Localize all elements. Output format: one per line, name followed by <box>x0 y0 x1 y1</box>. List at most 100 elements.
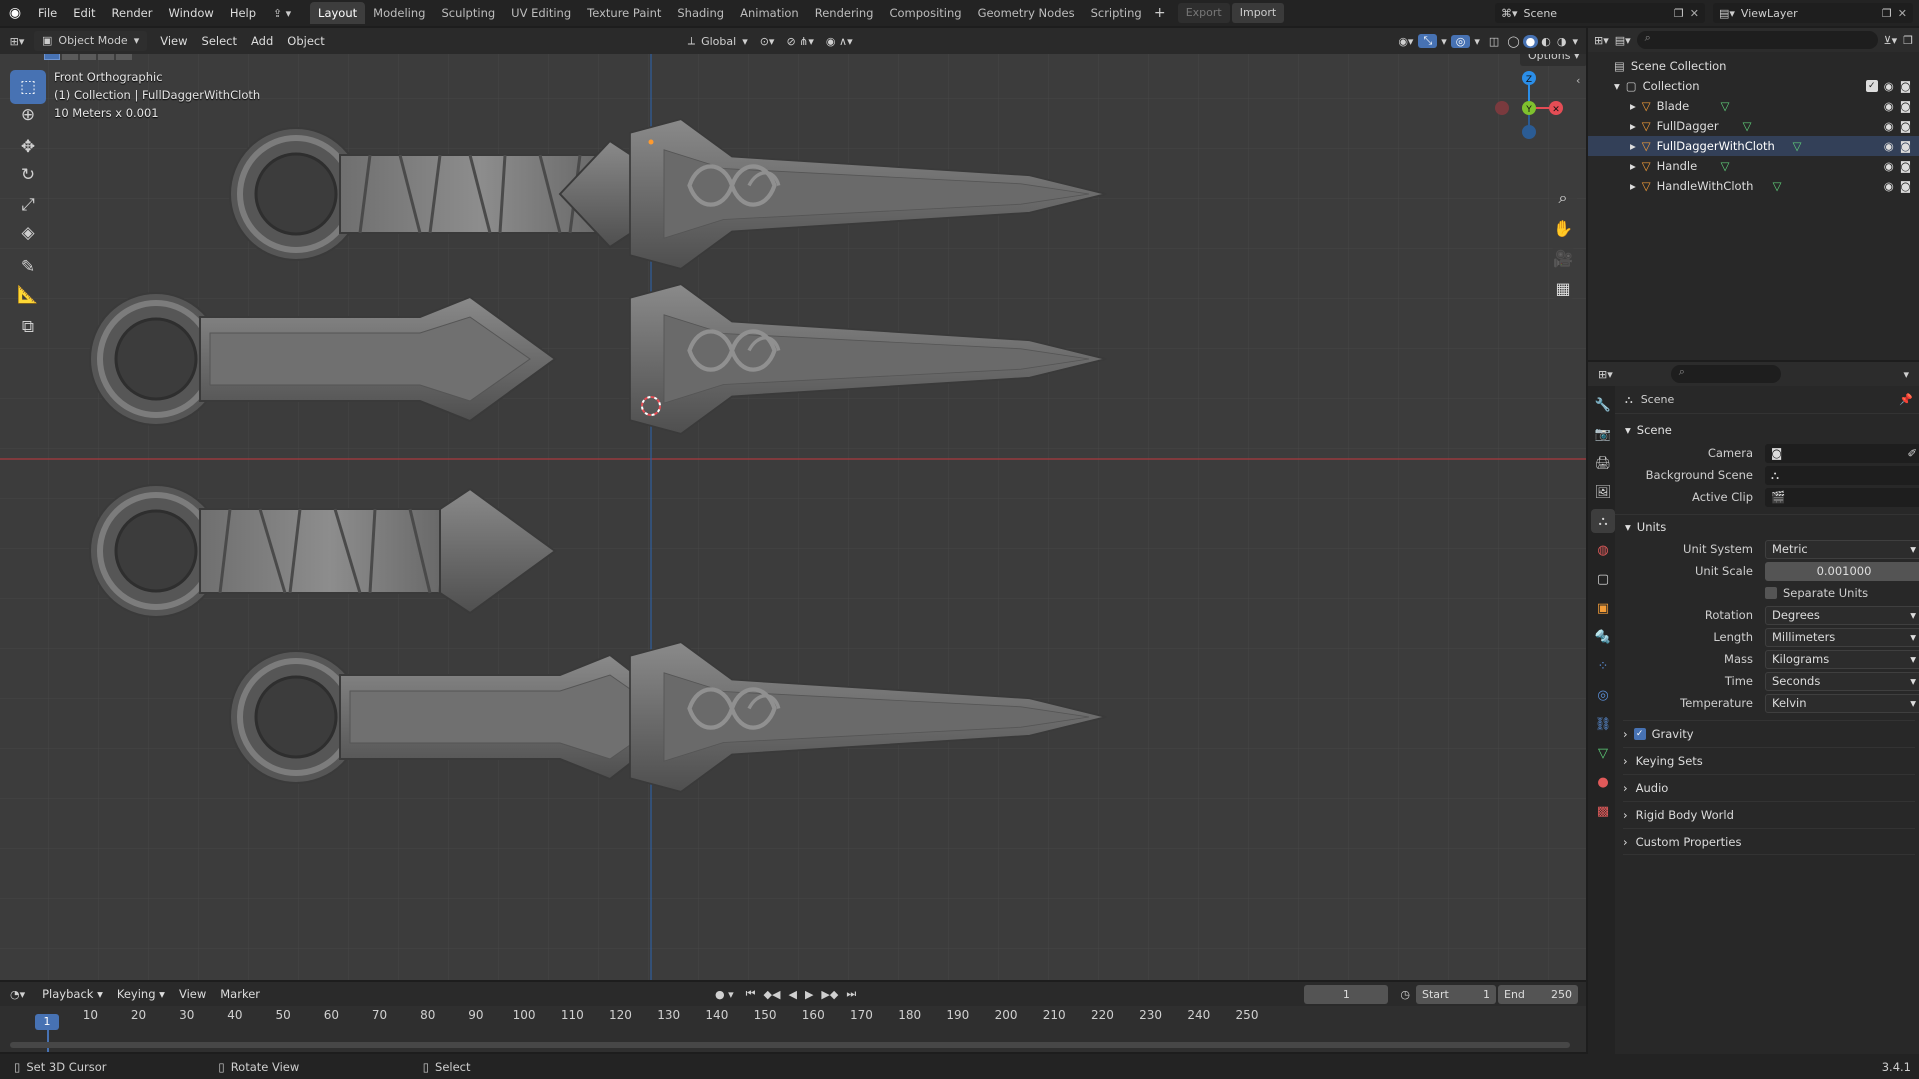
outliner-object-blade[interactable]: ▸ ▽ Blade ▽ ◉ ◙ <box>1588 96 1919 116</box>
visibility-eye-icon[interactable]: ◉ <box>1884 119 1894 133</box>
render-tab-icon[interactable]: 📷 <box>1591 422 1615 446</box>
proportional-edit-icon[interactable]: ◉ ∧▾ <box>820 35 859 48</box>
outliner-collection[interactable]: ▾ ▢ Collection ✓ ◉ ◙ <box>1588 76 1919 96</box>
wireframe-shading-icon[interactable]: ◯ <box>1504 35 1522 48</box>
gravity-checkbox[interactable]: ✓ <box>1633 728 1646 740</box>
menu-render[interactable]: Render <box>104 0 161 26</box>
visibility-eye-icon[interactable]: ◉ <box>1884 179 1894 193</box>
mode-selector[interactable]: ▣ Object Mode ▾ <box>34 31 148 51</box>
menu-edit[interactable]: Edit <box>65 0 103 26</box>
import-button[interactable]: Import <box>1231 3 1285 23</box>
time-dropdown[interactable]: Seconds ▾ <box>1765 671 1919 691</box>
exclude-checkbox[interactable]: ✓ <box>1865 80 1878 92</box>
visibility-icon[interactable]: ◉▾ <box>1393 35 1418 48</box>
render-camera-icon[interactable]: ◙ <box>1900 179 1911 193</box>
scene-section-header[interactable]: ▾ Scene <box>1615 418 1919 442</box>
options-button[interactable]: Options ▾ <box>1520 54 1586 66</box>
menu-file[interactable]: File <box>30 0 65 26</box>
chevron-right-icon[interactable]: ▸ <box>1630 99 1636 113</box>
keying-sets-section-header[interactable]: › Keying Sets <box>1623 747 1915 774</box>
gravity-section-header[interactable]: › ✓ Gravity <box>1623 720 1915 747</box>
start-frame-field[interactable]: Start 1 <box>1416 984 1496 1004</box>
timeline-editor-icon[interactable]: ◔▾ <box>0 988 35 1001</box>
mass-dropdown[interactable]: Kilograms ▾ <box>1765 649 1919 669</box>
xray-icon[interactable]: ◫ <box>1484 35 1504 48</box>
tab-compositing[interactable]: Compositing <box>881 2 969 24</box>
eyedropper-icon[interactable]: ✐ <box>1907 444 1917 463</box>
tab-modeling[interactable]: Modeling <box>365 2 433 24</box>
render-camera-icon[interactable]: ◙ <box>1900 79 1911 93</box>
outliner-object-full-dagger-with-cloth[interactable]: ▸ ▽ FullDaggerWithCloth ▽ ◉ ◙ <box>1588 136 1919 156</box>
transform-tool-icon[interactable]: ◈ <box>10 216 46 250</box>
object-tab-icon[interactable]: ▣ <box>1591 596 1615 620</box>
length-dropdown[interactable]: Millimeters ▾ <box>1765 627 1919 647</box>
current-frame-field[interactable]: 1 <box>1304 984 1389 1004</box>
end-frame-field[interactable]: End 250 <box>1498 984 1578 1004</box>
timeline-menu-playback[interactable]: Playback ▾ <box>35 987 110 1001</box>
new-scene-icon[interactable]: ❐ <box>1674 7 1684 20</box>
add-workspace-icon[interactable]: + <box>1150 5 1170 21</box>
constraints-tab-icon[interactable]: ⛓ <box>1591 712 1615 736</box>
rigid-body-world-section-header[interactable]: › Rigid Body World <box>1623 801 1915 828</box>
transform-orientation[interactable]: ⟂ Global ▾ <box>682 34 754 48</box>
jump-keyframe-back-icon[interactable]: ◆◀ <box>760 988 785 1001</box>
tab-texture-paint[interactable]: Texture Paint <box>579 2 669 24</box>
tool-tab-icon[interactable]: 🔧 <box>1591 393 1615 417</box>
zoom-icon[interactable]: ⌕ <box>1549 184 1577 212</box>
play-reverse-icon[interactable]: ◀ <box>784 988 800 1001</box>
auto-keying-icon[interactable]: ● ▾ <box>707 988 742 1001</box>
viewport-menu-object[interactable]: Object <box>280 34 331 48</box>
collection-tab-icon[interactable]: ▢ <box>1591 567 1615 591</box>
new-collection-icon[interactable]: ❐ <box>1903 34 1913 47</box>
timeline-scrollbar[interactable] <box>10 1042 1570 1048</box>
viewport-menu-add[interactable]: Add <box>244 34 280 48</box>
solid-shading-icon[interactable]: ● <box>1522 34 1539 48</box>
export-button[interactable]: Export <box>1177 3 1230 23</box>
chevron-right-icon[interactable]: ▸ <box>1630 119 1636 133</box>
rotation-dropdown[interactable]: Degrees ▾ <box>1765 605 1919 625</box>
menu-window[interactable]: Window <box>160 0 221 26</box>
shading-dropdown-icon[interactable]: ▾ <box>1569 35 1586 48</box>
tab-sculpting[interactable]: Sculpting <box>433 2 503 24</box>
temperature-dropdown[interactable]: Kelvin ▾ <box>1765 693 1919 713</box>
data-tab-icon[interactable]: ▽ <box>1591 741 1615 765</box>
properties-editor-icon[interactable]: ⊞▾ <box>1598 368 1613 381</box>
timeline-menu-marker[interactable]: Marker <box>213 987 267 1001</box>
display-mode-icon[interactable]: ▤▾ <box>1615 34 1631 47</box>
world-tab-icon[interactable]: ◍ <box>1591 538 1615 562</box>
units-section-header[interactable]: ▾ Units <box>1615 514 1919 538</box>
material-shading-icon[interactable]: ◐ <box>1538 35 1554 48</box>
audio-section-header[interactable]: › Audio <box>1623 774 1915 801</box>
viewport-scene[interactable] <box>0 54 1586 980</box>
outliner-search-input[interactable]: ⌕ <box>1636 31 1878 49</box>
timeline-menu-keying[interactable]: Keying ▾ <box>110 987 172 1001</box>
ortho-grid-icon[interactable]: ▦ <box>1549 274 1577 302</box>
render-camera-icon[interactable]: ◙ <box>1900 119 1911 133</box>
chevron-right-icon[interactable]: ▸ <box>1630 179 1636 193</box>
rotate-tool-icon[interactable]: ↻ <box>10 158 46 192</box>
custom-properties-section-header[interactable]: › Custom Properties <box>1623 828 1915 855</box>
material-tab-icon[interactable]: ● <box>1591 770 1615 794</box>
outliner-object-full-dagger[interactable]: ▸ ▽ FullDagger ▽ ◉ ◙ <box>1588 116 1919 136</box>
unit-system-dropdown[interactable]: Metric ▾ <box>1765 539 1919 559</box>
blender-logo-icon[interactable]: ◉ <box>0 5 30 21</box>
rendered-shading-icon[interactable]: ◑ <box>1554 35 1570 48</box>
delete-scene-icon[interactable]: ✕ <box>1690 7 1699 20</box>
select-new-icon[interactable] <box>44 54 60 60</box>
jump-start-icon[interactable]: ⏮ <box>742 987 760 1001</box>
view-layer-selector[interactable]: ▤▾ ViewLayer ❐ ✕ <box>1713 3 1913 23</box>
render-camera-icon[interactable]: ◙ <box>1900 99 1911 113</box>
gizmo-toggle-icon[interactable]: ⤡ <box>1418 34 1438 48</box>
select-extend-icon[interactable] <box>62 54 78 60</box>
outliner-editor-icon[interactable]: ⊞▾ <box>1594 34 1609 47</box>
outliner-object-handle-with-cloth[interactable]: ▸ ▽ HandleWithCloth ▽ ◉ ◙ <box>1588 176 1919 196</box>
playhead[interactable]: 1 <box>35 1014 59 1030</box>
render-camera-icon[interactable]: ◙ <box>1900 139 1911 153</box>
tab-geometry-nodes[interactable]: Geometry Nodes <box>970 2 1083 24</box>
particles-tab-icon[interactable]: ⁘ <box>1591 654 1615 678</box>
visibility-eye-icon[interactable]: ◉ <box>1884 159 1894 173</box>
select-invert-icon[interactable] <box>98 54 114 60</box>
visibility-eye-icon[interactable]: ◉ <box>1884 79 1894 93</box>
cursor-tool-icon[interactable]: ⊕ <box>10 98 46 132</box>
tab-uv-editing[interactable]: UV Editing <box>503 2 579 24</box>
